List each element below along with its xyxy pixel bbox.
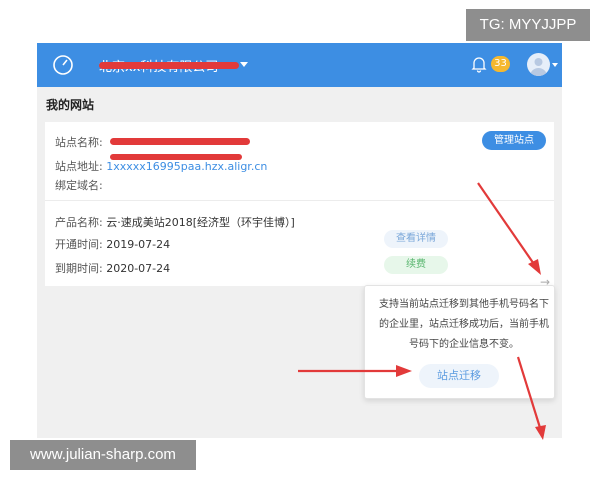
expire-date-label: 到期时间:	[55, 262, 103, 275]
open-date-label: 开通时间:	[55, 238, 103, 251]
migrate-site-button[interactable]: 站点迁移	[419, 364, 499, 388]
site-address-link[interactable]: 1xxxxx16995paa.hzx.aligr.cn	[106, 160, 267, 173]
site-card: 站点名称: 管理站点 站点地址: 1xxxxx16995paa.hzx.alig…	[45, 122, 554, 286]
bell-icon[interactable]	[470, 55, 488, 73]
telegram-watermark: TG: MYYJJPP	[466, 9, 590, 41]
migrate-popover: 支持当前站点迁移到其他手机号码名下的企业里，站点迁移成功后，当前手机号码下的企业…	[364, 285, 555, 399]
bind-domain-label: 绑定域名:	[55, 179, 103, 192]
product-label: 产品名称:	[55, 216, 103, 229]
site-name-label: 站点名称:	[55, 136, 103, 149]
card-divider	[45, 200, 554, 201]
page-title: 我的网站	[46, 98, 95, 112]
redaction-mark	[110, 154, 242, 160]
top-navbar: 北京xx科技有限公司 33	[37, 43, 562, 87]
view-details-button[interactable]: 查看详情	[384, 230, 448, 248]
dashboard-icon[interactable]	[52, 54, 74, 76]
avatar[interactable]	[527, 53, 550, 76]
app-window: 北京xx科技有限公司 33 我的网站 站点名称: 管理站点 站点地址: 1xxx…	[37, 43, 562, 438]
site-watermark: www.julian-sharp.com	[10, 440, 196, 470]
chevron-down-icon[interactable]	[240, 62, 248, 67]
renew-button[interactable]: 续费	[384, 256, 448, 274]
chevron-down-icon[interactable]	[552, 63, 558, 67]
product-value: 云·速成美站2018[经济型（环宇佳博）]	[106, 216, 295, 229]
expire-date-value: 2020-07-24	[106, 262, 171, 275]
site-address-label: 站点地址:	[55, 160, 103, 173]
open-date-value: 2019-07-24	[106, 238, 171, 251]
manage-site-button[interactable]: 管理站点	[482, 131, 546, 150]
migrate-description: 支持当前站点迁移到其他手机号码名下的企业里，站点迁移成功后，当前手机号码下的企业…	[379, 299, 549, 350]
redaction-mark	[110, 138, 250, 145]
notification-badge: 33	[491, 56, 510, 72]
redaction-mark	[99, 62, 239, 69]
